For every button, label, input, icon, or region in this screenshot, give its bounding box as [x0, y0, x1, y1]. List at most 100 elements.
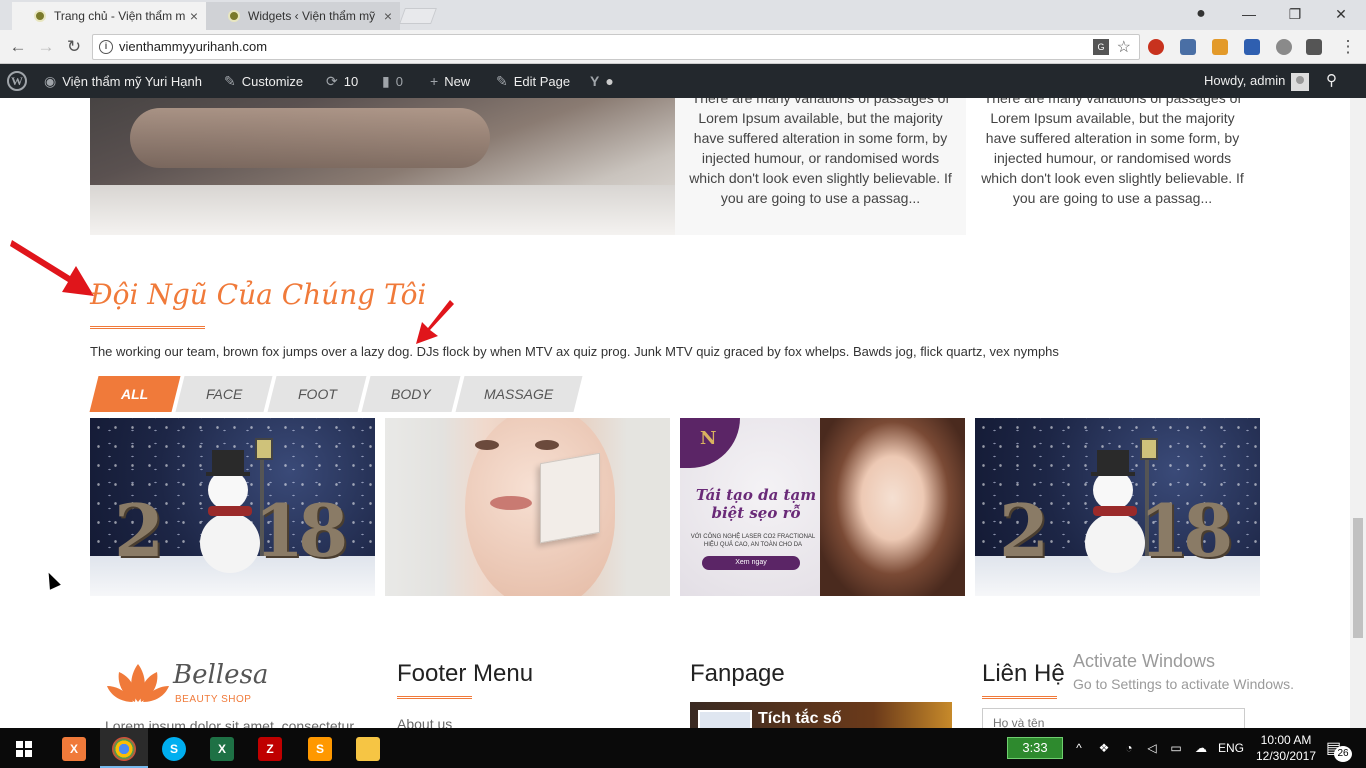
promo-headline: Tái tạo da tạm biệt sẹo rỗ	[695, 486, 817, 522]
gallery-item-snowman[interactable]: 2 18	[90, 418, 375, 596]
spa-massage-image[interactable]	[90, 98, 675, 235]
taskbar-explorer[interactable]	[344, 728, 392, 768]
extension-orange-icon[interactable]	[1212, 39, 1228, 55]
gallery-item-laser-promo[interactable]: Tái tạo da tạm biệt sẹo rỗ VỚI CÔNG NGHỆ…	[680, 418, 965, 596]
red-arrow-icon	[10, 240, 94, 296]
fanpage-name[interactable]: Tích tắc số	[758, 710, 842, 728]
activate-windows-subtitle: Go to Settings to activate Windows.	[1073, 676, 1294, 692]
filter-face[interactable]: FACE	[175, 376, 273, 412]
filter-massage[interactable]: MASSAGE	[455, 376, 583, 412]
forward-arrow-icon[interactable]: →	[34, 35, 58, 59]
extension-red-icon[interactable]	[1148, 39, 1164, 55]
admin-account[interactable]: Howdy, admin	[1204, 64, 1310, 98]
scrollbar-thumb[interactable]	[1353, 518, 1363, 638]
snowman-head	[1093, 470, 1133, 510]
bookmark-star-icon[interactable]: ☆	[1117, 37, 1131, 57]
admin-comments[interactable]: ▮ 0	[382, 64, 403, 98]
site-favicon-icon	[34, 10, 46, 22]
footer-menu-heading: Footer Menu	[397, 660, 534, 687]
section-description: The working our team, brown fox jumps ov…	[90, 344, 1059, 359]
filezilla-icon: Z	[258, 736, 282, 761]
fanpage-heading: Fanpage	[690, 660, 785, 687]
admin-search-icon[interactable]: ⚲	[1326, 64, 1337, 98]
wordpress-logo-icon[interactable]: W	[7, 71, 27, 91]
dropbox-icon[interactable]: ❖	[1094, 728, 1114, 768]
tab-close-icon[interactable]: ×	[384, 2, 392, 30]
extension-blue-icon[interactable]	[1244, 39, 1260, 55]
system-clock[interactable]: 10:00 AM 12/30/2017	[1250, 732, 1322, 764]
taskbar-sublime[interactable]: S	[296, 728, 344, 768]
admin-updates[interactable]: ⟳ 10	[326, 64, 358, 98]
filter-foot[interactable]: FOOT	[267, 376, 367, 412]
admin-seo[interactable]: Y ●	[590, 64, 620, 98]
dashboard-icon: ◉	[44, 73, 57, 89]
restore-button[interactable]: ❐	[1272, 0, 1318, 30]
notification-count-badge: 26	[1334, 746, 1352, 762]
promo-cta-button[interactable]: Xem ngay	[702, 556, 800, 570]
translate-icon[interactable]: G	[1093, 39, 1109, 55]
seo-status-dot-icon: ●	[605, 73, 614, 89]
filter-body[interactable]: BODY	[361, 376, 461, 412]
battery-icon[interactable]: ▭	[1166, 728, 1186, 768]
new-tab-button[interactable]	[399, 8, 437, 24]
admin-customize[interactable]: ✎ Customize	[224, 64, 303, 98]
language-indicator[interactable]: ENG	[1214, 728, 1248, 768]
taskbar-skype[interactable]: S	[150, 728, 198, 768]
battery-timer-badge[interactable]: 3:33	[1007, 737, 1063, 759]
admin-new[interactable]: + New	[430, 64, 470, 98]
back-arrow-icon[interactable]: ←	[6, 35, 30, 59]
tab-widgets[interactable]: Widgets ‹ Viện thẩm mỹ ×	[206, 2, 400, 30]
site-info-icon[interactable]: i	[99, 40, 113, 54]
taskbar-xampp[interactable]: X	[50, 728, 98, 768]
admin-site-name[interactable]: ◉ Viện thẩm mỹ Yuri Hạnh	[44, 64, 202, 98]
minimize-button[interactable]: —	[1226, 0, 1272, 30]
contact-name-field[interactable]	[982, 708, 1245, 728]
heading-underline	[397, 696, 472, 699]
chrome-menu-icon[interactable]: ⋮	[1336, 35, 1360, 59]
filter-all[interactable]: ALL	[89, 376, 181, 412]
wifi-icon[interactable]: ◔	[1118, 728, 1140, 768]
avatar	[1291, 72, 1310, 91]
skype-icon: S	[162, 736, 186, 761]
admin-edit-page[interactable]: ✎ Edit Page	[496, 64, 570, 98]
contact-heading: Liên Hệ	[982, 660, 1065, 687]
year-digit-right: 18	[1139, 488, 1233, 573]
updates-icon: ⟳	[326, 73, 338, 89]
url-text[interactable]: vienthammyyurihanh.com	[119, 35, 267, 59]
profile-icon[interactable]: ●	[1178, 0, 1224, 30]
extension-cast-icon[interactable]	[1306, 39, 1322, 55]
gallery-item-face[interactable]	[385, 418, 670, 596]
post-card-excerpt: There are many variations of passages of…	[675, 98, 966, 235]
taskbar-excel[interactable]: X	[198, 728, 246, 768]
arm-shape	[130, 108, 490, 168]
gallery-item-snowman[interactable]: 2 18	[975, 418, 1260, 596]
volume-muted-icon[interactable]: ◁	[1142, 728, 1162, 768]
comment-icon: ▮	[382, 73, 390, 89]
yoast-icon: Y	[590, 73, 600, 89]
address-bar[interactable]: i vienthammyyurihanh.com G ☆	[92, 34, 1140, 60]
extension-dropper-icon[interactable]	[1180, 39, 1196, 55]
woman-portrait	[820, 418, 965, 596]
tab-home[interactable]: Trang chủ - Viện thẩm m ×	[12, 2, 206, 30]
brand-logo	[680, 418, 740, 468]
tab-close-icon[interactable]: ×	[190, 2, 198, 30]
extension-gray-icon[interactable]	[1276, 39, 1292, 55]
start-button[interactable]	[0, 728, 48, 768]
action-center-button[interactable]: ▤ 26	[1324, 736, 1352, 762]
reload-icon[interactable]: ↻	[62, 35, 86, 59]
year-digit-right: 18	[254, 488, 348, 573]
chrome-icon	[112, 736, 136, 761]
onedrive-cloud-icon[interactable]: ☁	[1190, 728, 1212, 768]
section-title: Đội Ngũ Của Chúng Tôi	[90, 278, 427, 311]
close-window-button[interactable]: ✕	[1318, 0, 1364, 30]
footer-intro-text: Lorem ipsum dolor sit amet, consectetur	[105, 718, 354, 728]
tray-expand-icon[interactable]: ^	[1068, 728, 1090, 768]
fanpage-widget[interactable]: Tích tắc số	[690, 702, 952, 728]
taskbar-chrome[interactable]	[100, 728, 148, 768]
excel-icon: X	[210, 736, 234, 761]
lotus-logo-icon	[107, 664, 169, 702]
taskbar-filezilla[interactable]: Z	[246, 728, 294, 768]
mouse-cursor-icon	[43, 570, 61, 590]
page-scrollbar[interactable]	[1350, 98, 1366, 728]
footer-link-about[interactable]: About us	[397, 716, 452, 728]
